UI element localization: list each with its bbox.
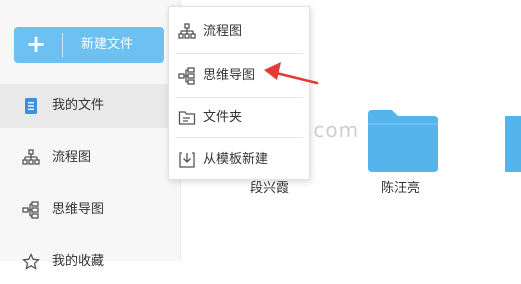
annotation-arrow-icon bbox=[264, 62, 319, 85]
